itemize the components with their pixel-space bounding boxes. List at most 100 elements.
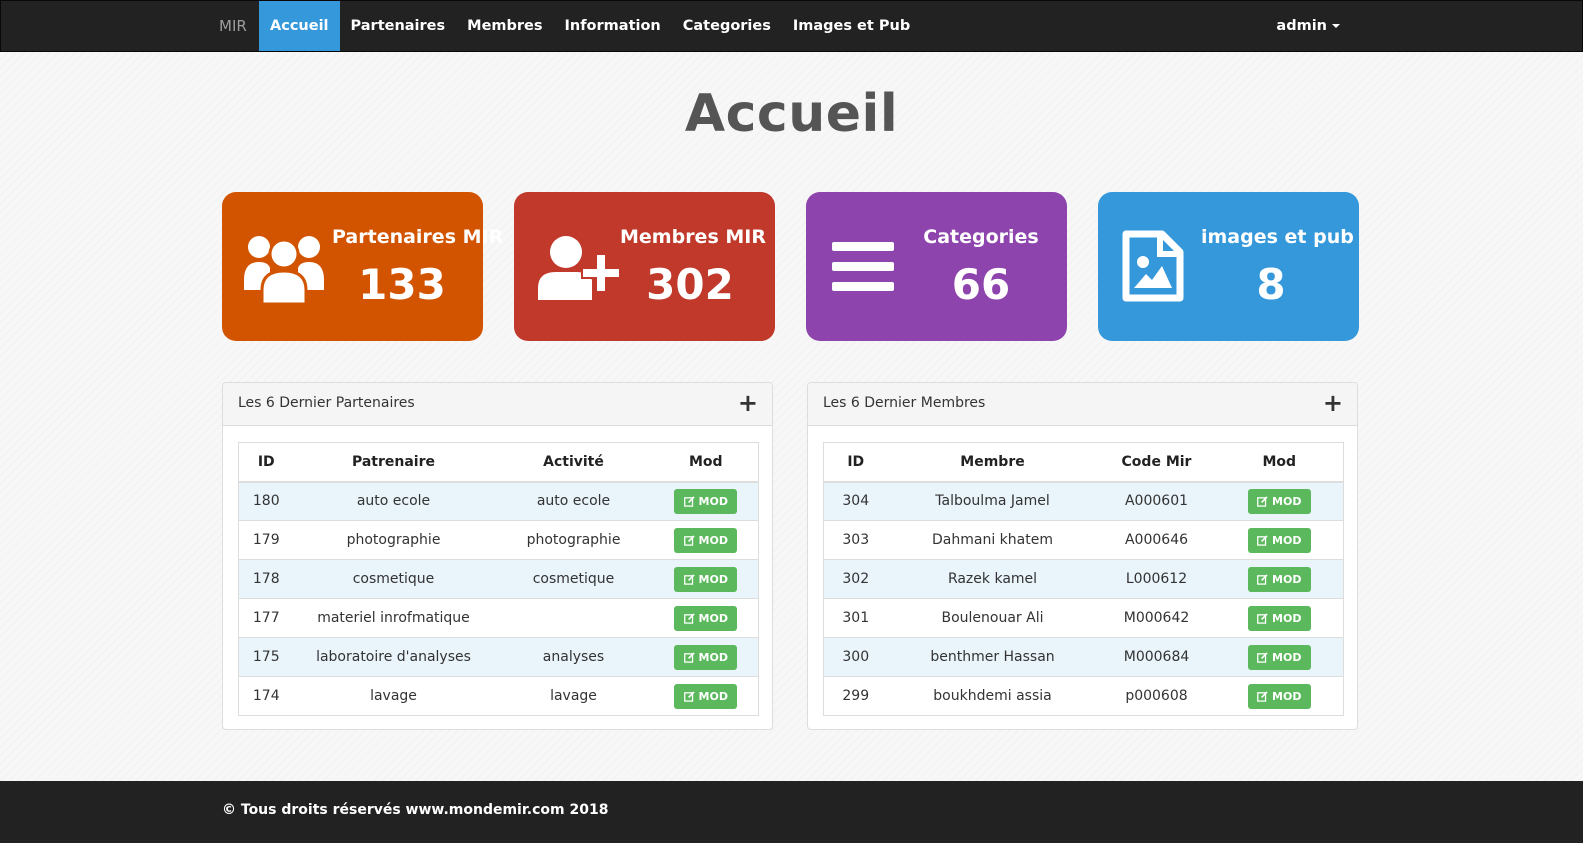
mod-button[interactable]: MOD <box>674 644 738 670</box>
cell-mod: MOD <box>1215 559 1344 599</box>
edit-icon <box>1257 496 1268 507</box>
cell-member: benthmer Hassan <box>887 637 1098 677</box>
cell-id: 178 <box>238 559 294 599</box>
nav-item-partenaires[interactable]: Partenaires <box>340 1 457 51</box>
cell-id: 300 <box>823 637 888 677</box>
table-row: 178 cosmetique cosmetique MOD <box>238 559 759 599</box>
brand-link[interactable]: MIR <box>208 1 258 51</box>
cell-mod: MOD <box>653 520 759 560</box>
col-header: Membre <box>887 442 1098 483</box>
nav-item-membres[interactable]: Membres <box>456 1 553 51</box>
stat-label: Categories <box>923 226 1039 248</box>
mod-label: MOD <box>1272 572 1302 586</box>
cell-id: 177 <box>238 598 294 638</box>
nav-item-images-pub[interactable]: Images et Pub <box>782 1 921 51</box>
mod-button[interactable]: MOD <box>674 527 738 553</box>
mod-button[interactable]: MOD <box>674 605 738 631</box>
mod-button[interactable]: MOD <box>674 683 738 709</box>
stat-card-images-pub[interactable]: images et pub 8 <box>1098 192 1359 341</box>
stat-label: images et pub <box>1201 226 1354 248</box>
cell-code: A000601 <box>1097 481 1216 521</box>
col-header: Mod <box>1215 442 1344 483</box>
edit-icon <box>1257 612 1268 624</box>
edit-icon <box>683 534 695 546</box>
stat-card-membres[interactable]: Membres MIR 302 <box>514 192 775 341</box>
panel-heading: Les 6 Dernier Partenaires + <box>223 383 772 426</box>
cell-id: 175 <box>238 637 294 677</box>
stat-value: 66 <box>951 260 1011 309</box>
mod-label: MOD <box>698 494 728 508</box>
cell-activity <box>493 598 654 638</box>
mod-button[interactable]: MOD <box>1247 683 1311 709</box>
members-table: ID Membre Code Mir Mod 304 Talboulma Jam… <box>823 442 1344 716</box>
cell-member: Talboulma Jamel <box>887 481 1098 521</box>
cell-id: 303 <box>823 520 888 560</box>
mod-button[interactable]: MOD <box>674 488 738 514</box>
mod-label: MOD <box>1272 689 1302 703</box>
cell-mod: MOD <box>1215 676 1344 716</box>
edit-icon <box>683 690 695 702</box>
cell-id: 180 <box>238 481 294 521</box>
table-row: 301 Boulenouar Ali M000642 MOD <box>823 598 1344 638</box>
cell-code: p000608 <box>1097 676 1216 716</box>
cell-id: 174 <box>238 676 294 716</box>
add-member-icon[interactable]: + <box>1323 389 1343 417</box>
mod-button[interactable]: MOD <box>1247 566 1311 592</box>
nav-item-information[interactable]: Information <box>554 1 672 51</box>
nav-item-categories[interactable]: Categories <box>672 1 782 51</box>
caret-down-icon <box>1332 24 1340 28</box>
mod-button[interactable]: MOD <box>1247 605 1311 631</box>
mod-button[interactable]: MOD <box>1247 527 1311 553</box>
edit-icon <box>683 496 695 507</box>
mod-button[interactable]: MOD <box>1247 488 1311 514</box>
panel-title: Les 6 Dernier Partenaires <box>238 395 415 411</box>
mod-label: MOD <box>698 572 728 586</box>
cell-code: L000612 <box>1097 559 1216 599</box>
cell-mod: MOD <box>653 559 759 599</box>
cell-partner: lavage <box>293 676 494 716</box>
mod-button[interactable]: MOD <box>1247 644 1311 670</box>
cell-activity: lavage <box>493 676 654 716</box>
cell-code: A000646 <box>1097 520 1216 560</box>
edit-icon <box>1257 651 1268 663</box>
cell-code: M000642 <box>1097 598 1216 638</box>
user-name: admin <box>1276 18 1327 34</box>
mod-label: MOD <box>698 533 728 547</box>
mod-label: MOD <box>698 611 728 625</box>
cell-id: 304 <box>823 481 888 521</box>
stat-value: 8 <box>1256 260 1286 309</box>
nav-item-accueil[interactable]: Accueil <box>259 1 340 51</box>
mod-label: MOD <box>1272 650 1302 664</box>
edit-icon <box>1257 534 1268 546</box>
cell-mod: MOD <box>653 598 759 638</box>
cell-mod: MOD <box>1215 637 1344 677</box>
mod-button[interactable]: MOD <box>674 566 738 592</box>
add-partner-icon[interactable]: + <box>738 389 758 417</box>
list-bars-icon <box>832 242 894 291</box>
partners-table: ID Patrenaire Activité Mod 180 auto ecol… <box>238 442 759 716</box>
partners-panel: Les 6 Dernier Partenaires + ID Patrenair… <box>222 382 773 730</box>
stat-card-partenaires[interactable]: Partenaires MIR 133 <box>222 192 503 341</box>
cell-mod: MOD <box>1215 520 1344 560</box>
copyright-text: © Tous droits réservés www.mondemir.com … <box>222 802 609 818</box>
nav-menu: Accueil Partenaires Membres Information … <box>259 1 921 51</box>
edit-icon <box>683 612 695 624</box>
cell-activity: cosmetique <box>493 559 654 599</box>
cell-member: Razek kamel <box>887 559 1098 599</box>
mod-label: MOD <box>1272 494 1302 508</box>
edit-icon <box>1257 573 1268 585</box>
cell-member: Dahmani khatem <box>887 520 1098 560</box>
cell-mod: MOD <box>1215 598 1344 638</box>
mod-label: MOD <box>1272 533 1302 547</box>
table-row: 179 photographie photographie MOD <box>238 520 759 560</box>
stat-card-categories[interactable]: Categories 66 <box>806 192 1067 341</box>
cell-partner: materiel inrofmatique <box>293 598 494 638</box>
panel-title: Les 6 Dernier Membres <box>823 395 986 411</box>
col-header: ID <box>238 442 294 483</box>
image-file-icon <box>1122 230 1184 302</box>
user-menu-dropdown[interactable]: admin <box>1276 1 1340 51</box>
col-header: Code Mir <box>1097 442 1216 483</box>
col-header: ID <box>823 442 888 483</box>
cell-activity: auto ecole <box>493 481 654 521</box>
table-row: 303 Dahmani khatem A000646 MOD <box>823 520 1344 560</box>
